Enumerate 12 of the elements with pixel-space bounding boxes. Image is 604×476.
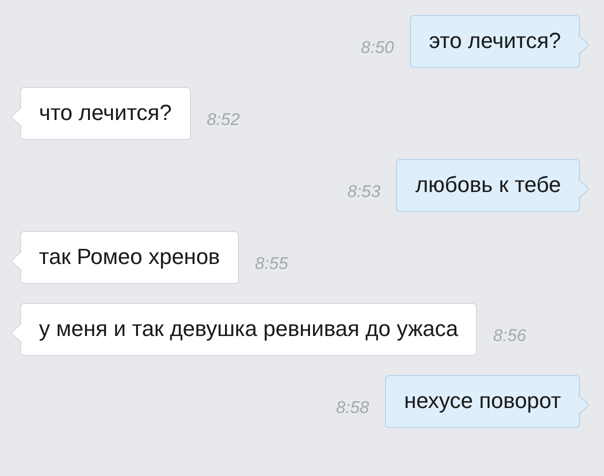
message-text: у меня и так девушка ревнивая до ужаса [39,316,458,341]
message-time: 8:56 [493,326,526,346]
message-time: 8:50 [360,38,394,58]
message-time: 8:53 [347,182,380,202]
message-time: 8:58 [336,398,370,418]
message-text: это лечится? [429,28,561,53]
message-text: так Ромео хренов [39,244,220,269]
message-text: любовь к тебе [415,172,561,197]
message-text: что лечится? [39,100,172,125]
message-time: 8:55 [255,254,288,274]
message-time: 8:52 [206,110,240,130]
message-text: нехусе поворот [404,388,561,413]
